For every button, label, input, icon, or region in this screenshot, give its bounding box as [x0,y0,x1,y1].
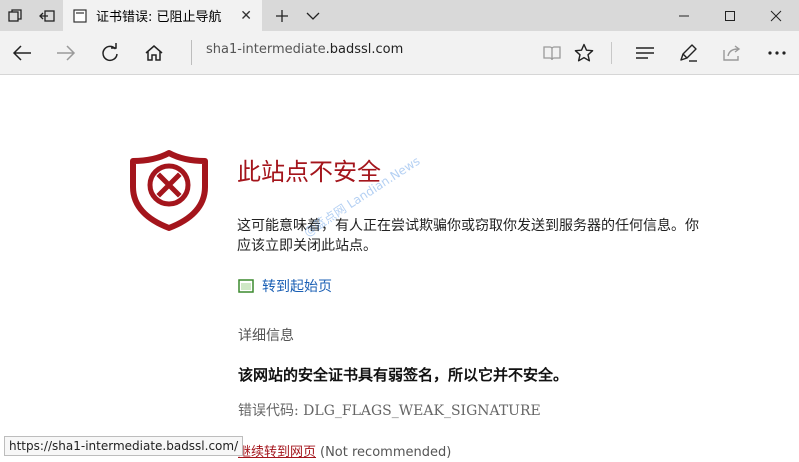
back-button[interactable] [0,31,44,74]
address-separator [191,40,192,65]
shield-warning-icon [130,150,208,231]
web-note-button[interactable] [666,31,710,74]
favorites-button[interactable] [562,31,606,74]
minimize-button[interactable] [661,0,707,31]
tab-title: 证书错误: 已阻止导航 [96,10,222,25]
maximize-icon [725,10,735,21]
warning-page-icon [73,8,87,23]
forward-arrow-icon [57,44,76,61]
address-host: sha1-intermediate [206,42,326,57]
close-button[interactable] [753,0,799,31]
refresh-icon [102,42,118,61]
start-page-icon [238,279,254,293]
tab-switcher-icon [8,8,22,22]
navigation-bar: sha1-intermediate.badssl.com [0,31,799,75]
chevron-down-icon [306,12,320,20]
status-url-tooltip: https://sha1-intermediate.badssl.com/ [4,436,244,456]
maximize-button[interactable] [707,0,753,31]
minimize-icon [679,15,689,16]
active-tab[interactable]: 证书错误: 已阻止导航 ✕ [63,0,262,31]
pen-icon [680,43,697,62]
reading-view-icon [543,45,561,60]
set-aside-tabs-icon [39,9,55,22]
back-arrow-icon [12,44,31,61]
start-page-label: 转到起始页 [262,279,332,295]
address-bar[interactable]: sha1-intermediate.badssl.com [206,42,403,57]
toolbar-separator [611,42,612,64]
page-title: 此站点不安全 [237,158,381,186]
continue-to-page-link[interactable]: 继续转到网页 [238,445,316,460]
error-reason: 该网站的安全证书具有弱签名，所以它并不安全。 [238,366,569,384]
hub-icon [636,46,654,59]
set-aside-tabs-button[interactable] [32,0,62,31]
tab-preview-button[interactable] [300,0,326,31]
more-button[interactable] [755,31,799,74]
close-icon [770,10,782,21]
share-icon [723,44,741,61]
address-domain: .badssl.com [325,42,404,57]
title-bar: 证书错误: 已阻止导航 ✕ [0,0,799,31]
details-toggle[interactable]: 详细信息 [238,325,294,345]
continue-section: 继续转到网页 (Not recommended) [238,441,451,460]
go-to-start-page-link[interactable]: 转到起始页 [238,276,332,296]
not-recommended-note: (Not recommended) [320,445,452,460]
more-icon [768,50,786,55]
tab-switcher-button[interactable] [0,0,30,31]
forward-button[interactable] [44,31,88,74]
new-tab-button[interactable] [268,0,296,31]
home-icon [145,44,163,61]
hub-button[interactable] [623,31,667,74]
error-code: 错误代码: DLG_FLAGS_WEAK_SIGNATURE [238,403,541,419]
share-button[interactable] [710,31,754,74]
plus-icon [276,9,288,22]
star-icon [574,43,594,61]
home-button[interactable] [132,31,176,74]
refresh-button[interactable] [88,31,132,74]
tab-close-icon[interactable]: ✕ [240,8,252,24]
